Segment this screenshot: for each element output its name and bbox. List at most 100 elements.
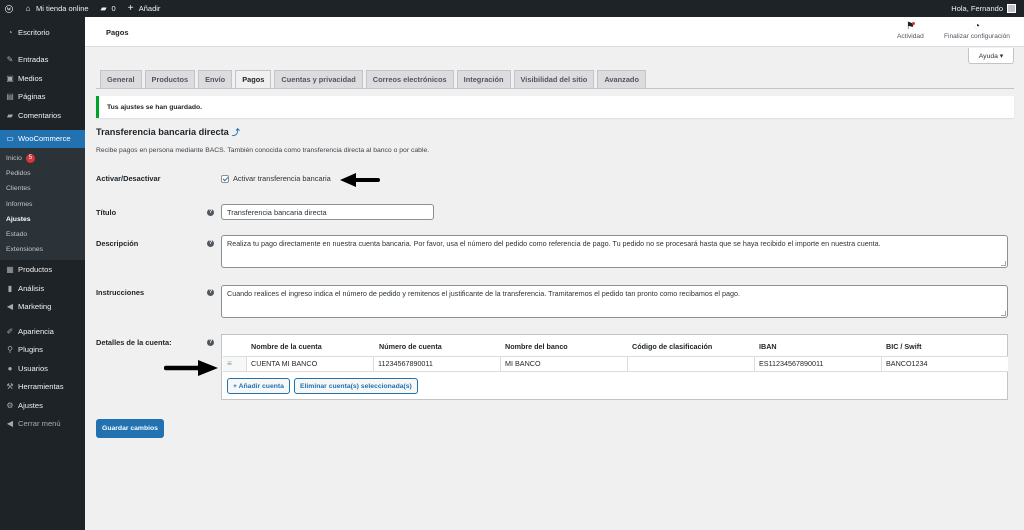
column-header: Número de cuenta bbox=[379, 342, 442, 351]
resize-handle[interactable] bbox=[1001, 311, 1006, 316]
sidebar-item-label: Marketing bbox=[18, 302, 52, 312]
activity-button[interactable]: ⚑ Actividad bbox=[897, 21, 924, 40]
tab-envio[interactable]: Envío bbox=[198, 70, 233, 88]
notification-badge: 5 bbox=[25, 154, 35, 164]
svg-text:W: W bbox=[7, 6, 12, 11]
help-tip-icon[interactable]: ? bbox=[207, 240, 214, 247]
sidebar-item-label: Análisis bbox=[18, 283, 45, 293]
sidebar-item-medios[interactable]: ▣ Medios bbox=[0, 69, 85, 88]
submenu-item-informes[interactable]: Informes bbox=[0, 197, 85, 212]
progress-circle-icon: ◔ bbox=[973, 21, 981, 32]
finish-setup-button[interactable]: ◔ Finalizar configuración bbox=[944, 21, 1010, 40]
tab-productos[interactable]: Productos bbox=[144, 70, 196, 88]
dashboard-icon: ◔ bbox=[7, 27, 13, 37]
submenu-item-label: Estado bbox=[6, 231, 28, 239]
drag-handle-icon[interactable]: ≡ bbox=[225, 360, 234, 368]
products-icon: ▦ bbox=[6, 265, 14, 275]
tab-visibilidad[interactable]: Visibilidad del sitio bbox=[513, 70, 595, 88]
bank-name-input[interactable]: MI BANCO bbox=[500, 357, 627, 371]
success-notice: Tus ajustes se han guardado. bbox=[96, 96, 1014, 118]
comment-bubble-icon: ▰ bbox=[100, 4, 107, 13]
sidebar-item-entradas[interactable]: ✎ Entradas bbox=[0, 51, 85, 70]
sidebar-item-plugins[interactable]: ⚲ Plugins bbox=[0, 340, 85, 359]
new-content-link[interactable]: + Añadir bbox=[121, 0, 166, 17]
section-description: Recibe pagos en persona mediante BACS. T… bbox=[96, 147, 430, 154]
sidebar-item-label: Productos bbox=[18, 265, 53, 275]
title-input[interactable]: Transferencia bancaria directa bbox=[221, 204, 434, 220]
remove-accounts-button[interactable]: Eliminar cuenta(s) seleccionada(s) bbox=[294, 378, 418, 394]
sidebar-item-paginas[interactable]: ▤ Páginas bbox=[0, 88, 85, 107]
submenu-item-label: Ajustes bbox=[6, 215, 31, 223]
sort-code-input[interactable] bbox=[627, 357, 754, 371]
collapse-menu-button[interactable]: ◀ Cerrar menú bbox=[0, 414, 85, 433]
sidebar-item-productos[interactable]: ▦ Productos bbox=[0, 260, 85, 279]
instructions-textarea[interactable]: Cuando realices el ingreso indica el núm… bbox=[221, 285, 1008, 318]
annotation-arrow-right-icon bbox=[164, 360, 218, 376]
sidebar-item-analisis[interactable]: ▮ Análisis bbox=[0, 279, 85, 298]
column-header: Código de clasificación bbox=[632, 342, 713, 351]
description-textarea[interactable]: Realiza tu pago directamente en nuestra … bbox=[221, 235, 1008, 268]
account-number-input[interactable]: 11234567890011 bbox=[373, 357, 500, 371]
sidebar-item-label: Usuarios bbox=[18, 363, 48, 373]
tab-cuentas-privacidad[interactable]: Cuentas y privacidad bbox=[274, 70, 363, 88]
sidebar-item-label: Medios bbox=[18, 73, 43, 83]
submenu-item-inicio[interactable]: Inicio 5 bbox=[0, 151, 85, 166]
sidebar-item-woocommerce[interactable]: ▭ WooCommerce bbox=[0, 129, 85, 148]
sidebar-item-label: Comentarios bbox=[18, 110, 62, 120]
sidebar-item-escritorio[interactable]: ◔ Escritorio bbox=[0, 23, 85, 42]
tab-pagos[interactable]: Pagos bbox=[235, 70, 272, 88]
site-name: Mi tienda online bbox=[36, 4, 89, 13]
back-up-arrow-icon[interactable]: ⤴ bbox=[232, 128, 240, 137]
my-account-link[interactable]: Hola, Fernando bbox=[946, 0, 1024, 17]
notification-dot bbox=[911, 22, 915, 25]
tab-general[interactable]: General bbox=[100, 70, 142, 88]
site-name-link[interactable]: ⌂ Mi tienda online bbox=[18, 0, 94, 17]
wordpress-logo-icon[interactable]: W bbox=[0, 0, 18, 17]
woocommerce-icon: ▭ bbox=[6, 134, 14, 144]
sidebar-item-label: Apariencia bbox=[18, 326, 54, 336]
help-tip-icon[interactable]: ? bbox=[207, 339, 214, 346]
new-label: Añadir bbox=[138, 4, 161, 13]
submenu-item-label: Pedidos bbox=[6, 170, 31, 178]
page-title: Pagos bbox=[106, 28, 129, 37]
plugin-icon: ⚲ bbox=[7, 345, 13, 355]
table-row[interactable]: ≡ CUENTA MI BANCO 11234567890011 MI BANC… bbox=[223, 356, 1008, 372]
iban-input[interactable]: ES11234567890011 bbox=[754, 357, 881, 371]
account-name-input[interactable]: CUENTA MI BANCO bbox=[246, 357, 373, 371]
submenu-item-extensiones[interactable]: Extensiones bbox=[0, 242, 85, 257]
column-header: IBAN bbox=[759, 342, 777, 351]
help-tab-button[interactable]: Ayuda ▾ bbox=[968, 48, 1014, 64]
submenu-item-ajustes[interactable]: Ajustes bbox=[0, 212, 85, 227]
submenu-item-label: Inicio bbox=[6, 155, 22, 163]
media-icon: ▣ bbox=[6, 73, 14, 83]
add-account-button[interactable]: + Añadir cuenta bbox=[227, 378, 290, 394]
sidebar-item-comentarios[interactable]: ▰ Comentarios bbox=[0, 106, 85, 125]
submenu-item-estado[interactable]: Estado bbox=[0, 227, 85, 242]
title-label: Título bbox=[96, 208, 117, 217]
settings-icon: ⚙ bbox=[6, 400, 14, 410]
tab-correos[interactable]: Correos electrónicos bbox=[365, 70, 454, 88]
bic-input[interactable]: BANCO1234 bbox=[881, 357, 1008, 371]
submenu-item-label: Clientes bbox=[6, 185, 31, 193]
enable-checkbox[interactable] bbox=[221, 174, 229, 183]
submenu-item-clientes[interactable]: Clientes bbox=[0, 181, 85, 196]
sidebar-item-ajustes[interactable]: ⚙ Ajustes bbox=[0, 396, 85, 415]
help-tip-icon[interactable]: ? bbox=[207, 209, 214, 216]
sidebar-item-herramientas[interactable]: ⚒ Herramientas bbox=[0, 377, 85, 396]
woocommerce-submenu: Inicio 5 Pedidos Clientes Informes Ajuste… bbox=[0, 148, 85, 261]
help-tip-icon[interactable]: ? bbox=[207, 289, 214, 296]
enable-label: Activar/Desactivar bbox=[96, 174, 161, 183]
tab-avanzado[interactable]: Avanzado bbox=[597, 70, 646, 88]
sidebar-item-marketing[interactable]: ◀ Marketing bbox=[0, 297, 85, 316]
resize-handle[interactable] bbox=[1001, 261, 1006, 266]
sidebar-item-usuarios[interactable]: ● Usuarios bbox=[0, 359, 85, 378]
enable-checkbox-row[interactable]: Activar transferencia bancaria bbox=[221, 174, 331, 183]
sidebar-item-apariencia[interactable]: ✐ Apariencia bbox=[0, 322, 85, 341]
users-icon: ● bbox=[7, 363, 13, 373]
column-header: Nombre del banco bbox=[505, 342, 568, 351]
save-changes-button[interactable]: Guardar cambios bbox=[96, 419, 164, 438]
comments-link[interactable]: ▰ 0 bbox=[94, 0, 121, 17]
tab-integracion[interactable]: Integración bbox=[456, 70, 511, 88]
submenu-item-pedidos[interactable]: Pedidos bbox=[0, 166, 85, 181]
description-label: Descripción bbox=[96, 239, 139, 248]
